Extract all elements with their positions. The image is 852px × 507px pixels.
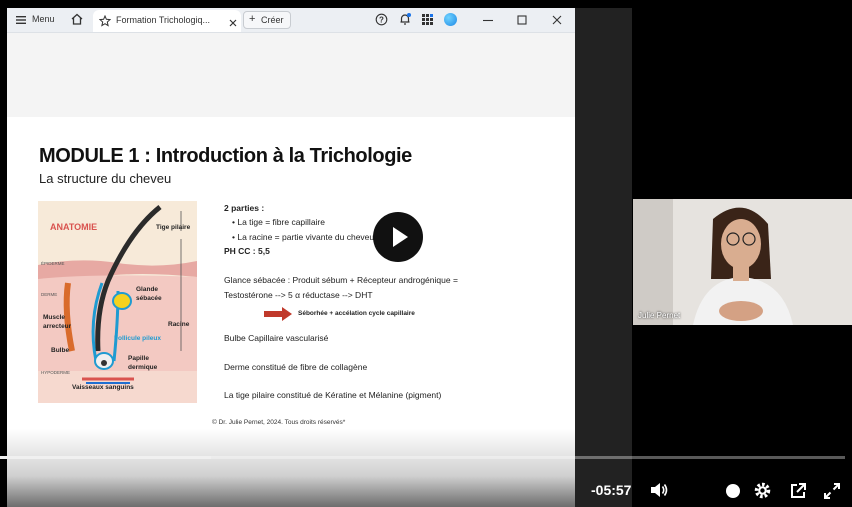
slide: MODULE 1 : Introduction à la Trichologie… — [7, 33, 575, 507]
label-dermique: dermique — [128, 364, 158, 371]
maximize-window-icon[interactable] — [516, 13, 528, 25]
open-external-icon[interactable] — [789, 482, 807, 500]
bullet-1: • La tige = fibre capillaire — [232, 217, 325, 227]
bullet-2-text: La racine = partie vivante du cheveu — [237, 232, 375, 242]
label-hypoderme: HYPODERME — [41, 370, 71, 375]
bullet-2: • La racine = partie vivante du cheveu — [232, 232, 375, 242]
fullscreen-icon[interactable] — [823, 482, 841, 500]
close-tab-icon[interactable] — [228, 15, 238, 27]
hair-anatomy-illustration: ANATOMIE Tige pilaire ÉPIDERME DERME HYP… — [38, 201, 197, 403]
volume-icon[interactable] — [649, 481, 669, 499]
create-button-label: Créer — [261, 15, 284, 25]
copyright-text: © Dr. Julie Pernet, 2024. Tous droits ré… — [212, 419, 346, 426]
shared-screen: Menu Formation Trichologiq... + Créer ? — [7, 8, 575, 507]
play-button[interactable] — [373, 212, 423, 262]
settings-gear-icon[interactable] — [753, 481, 772, 500]
red-arrow-icon — [264, 307, 292, 321]
presenter-camera: Julie Pernet — [633, 199, 852, 325]
label-follicule: Follicule pileux — [114, 335, 161, 342]
arrow-caption: Séborhée + accélation cycle capillaire — [298, 310, 415, 317]
label-vaisseaux: Vaisseaux sanguins — [72, 384, 134, 391]
record-dot-icon[interactable] — [726, 484, 740, 498]
slide-header-band — [7, 33, 575, 117]
tige-text: La tige pilaire constitué de Kératine et… — [224, 390, 442, 400]
profile-avatar-icon[interactable] — [444, 13, 457, 26]
bullet-1-text: La tige = fibre capillaire — [237, 217, 325, 227]
plus-icon: + — [249, 13, 256, 25]
label-derme: DERME — [41, 292, 58, 297]
progress-bar-fill — [0, 456, 212, 459]
hamburger-menu-icon[interactable] — [15, 13, 27, 25]
derme-text: Derme constitué de fibre de collagène — [224, 362, 368, 372]
label-sebacee: sébacée — [136, 295, 162, 302]
label-glande: Glande — [136, 286, 159, 293]
anatomy-title: ANATOMIE — [50, 222, 98, 232]
play-icon — [393, 227, 408, 247]
gland-line-1: Glance sébacée : Produit sébum + Récepte… — [224, 275, 458, 285]
slide-subtitle: La structure du cheveu — [39, 171, 172, 186]
label-arrecteur: arrecteur — [43, 323, 72, 330]
slide-title: MODULE 1 : Introduction à la Trichologie — [39, 145, 412, 167]
svg-text:?: ? — [379, 15, 384, 24]
gland-line-2: Testostérone --> 5 α réductase --> DHT — [224, 290, 373, 300]
bulbe-text: Bulbe Capillaire vascularisé — [224, 333, 329, 343]
presenter-name: Julie Pernet — [638, 311, 681, 320]
star-icon — [98, 14, 112, 27]
minimize-window-icon[interactable] — [482, 13, 494, 25]
apps-grid-icon[interactable] — [421, 13, 434, 26]
parts-heading: 2 parties : — [224, 203, 265, 213]
label-papille: Papille — [128, 355, 149, 362]
player-bottom-gradient — [7, 429, 575, 507]
create-button[interactable]: + Créer — [243, 11, 291, 29]
label-tige-pilaire: Tige pilaire — [156, 224, 191, 231]
close-window-icon[interactable] — [551, 13, 563, 25]
help-icon[interactable]: ? — [375, 13, 388, 26]
label-epiderme: ÉPIDERME — [41, 261, 65, 266]
browser-toolbar: Menu Formation Trichologiq... + Créer ? — [7, 8, 575, 33]
browser-tab-active[interactable]: Formation Trichologiq... — [93, 10, 241, 32]
notifications-bell-icon[interactable] — [398, 12, 412, 26]
time-remaining: -05:57 — [591, 482, 632, 498]
ph-text: PH CC : 5,5 — [224, 246, 270, 256]
presenter-video-frame — [633, 199, 852, 325]
home-icon[interactable] — [70, 12, 84, 26]
tab-title: Formation Trichologiq... — [116, 15, 211, 25]
menu-label[interactable]: Menu — [32, 14, 55, 24]
label-bulbe: Bulbe — [51, 347, 70, 354]
video-letterbox — [575, 8, 632, 507]
label-racine: Racine — [168, 321, 190, 328]
label-muscle: Muscle — [43, 314, 66, 321]
